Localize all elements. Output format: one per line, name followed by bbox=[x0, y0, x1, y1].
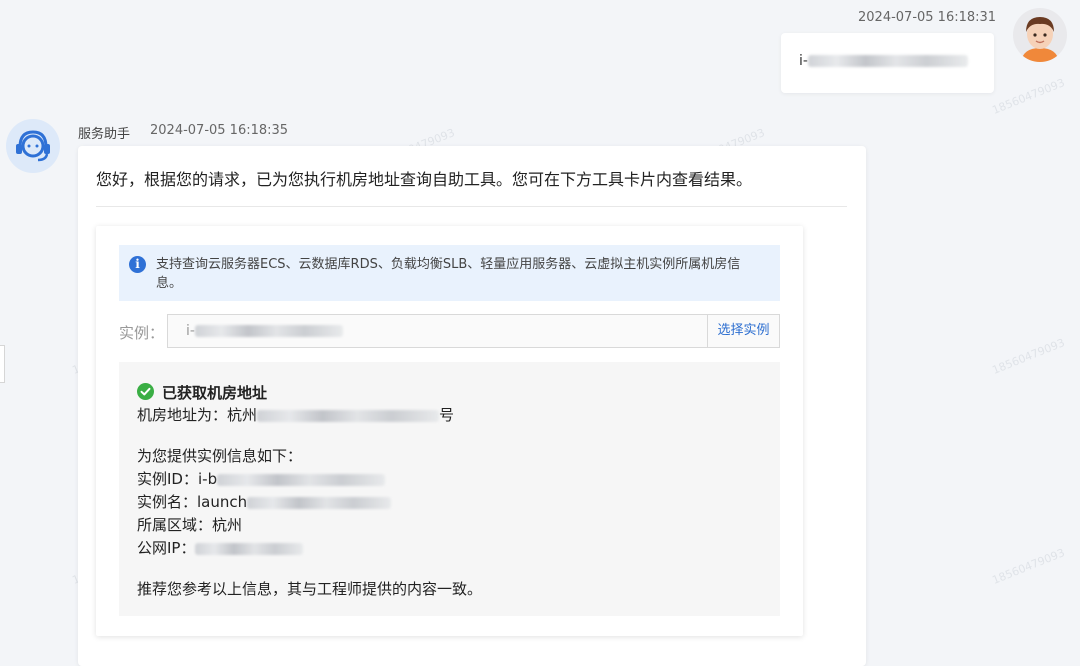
instance-info-heading: 为您提供实例信息如下： bbox=[137, 447, 303, 465]
select-instance-button[interactable]: 选择实例 bbox=[707, 314, 780, 348]
assistant-message-timestamp: 2024-07-05 16:18:35 bbox=[150, 123, 289, 138]
region-value: 杭州 bbox=[212, 516, 243, 534]
address-city: 杭州 bbox=[227, 406, 258, 424]
instance-id-row: 实例ID：i-b bbox=[137, 468, 386, 489]
user-avatar bbox=[1013, 8, 1067, 62]
user-message-timestamp: 2024-07-05 16:18:31 bbox=[858, 10, 997, 25]
redacted-text bbox=[217, 473, 386, 486]
public-ip-label: 公网IP： bbox=[137, 539, 196, 557]
instance-label: 实例： bbox=[119, 324, 165, 342]
region-row: 所属区域：杭州 bbox=[137, 514, 242, 535]
instance-name-value: launch bbox=[197, 493, 248, 511]
user-message-bubble: i- bbox=[781, 33, 994, 93]
assistant-greeting: 您好，根据您的请求，已为您执行机房地址查询自助工具。您可在下方工具卡片内查看结果… bbox=[96, 170, 753, 189]
instance-input[interactable]: i- bbox=[167, 314, 707, 348]
check-icon bbox=[137, 383, 154, 400]
tool-notice: 支持查询云服务器ECS、云数据库RDS、负载均衡SLB、轻量应用服务器、云虚拟主… bbox=[119, 245, 780, 301]
tool-notice-text: 支持查询云服务器ECS、云数据库RDS、负载均衡SLB、轻量应用服务器、云虚拟主… bbox=[156, 257, 741, 291]
instance-input-value: i- bbox=[186, 323, 195, 339]
public-ip-row: 公网IP： bbox=[137, 537, 304, 558]
redacted-text bbox=[195, 542, 304, 555]
assistant-avatar bbox=[6, 119, 60, 173]
headset-icon bbox=[16, 130, 50, 162]
redacted-text bbox=[257, 409, 440, 422]
redacted-text bbox=[807, 55, 968, 67]
result-title: 已获取机房地址 bbox=[162, 384, 268, 402]
redacted-text bbox=[194, 325, 343, 337]
datacenter-address: 机房地址为：杭州 号 bbox=[137, 404, 454, 425]
instance-name-label: 实例名： bbox=[137, 493, 198, 511]
result-footer: 推荐您参考以上信息，其与工程师提供的内容一致。 bbox=[137, 580, 483, 598]
region-label: 所属区域： bbox=[137, 516, 213, 534]
instance-id-value: i-b bbox=[197, 470, 218, 488]
address-label: 机房地址为： bbox=[137, 406, 228, 424]
instance-id-label: 实例ID： bbox=[137, 470, 198, 488]
redacted-text bbox=[247, 496, 392, 509]
user-message-text: i- bbox=[799, 53, 808, 69]
side-collapse-handle[interactable] bbox=[0, 345, 5, 383]
divider bbox=[96, 206, 847, 207]
info-icon: i bbox=[129, 256, 146, 273]
address-suffix: 号 bbox=[439, 406, 455, 424]
assistant-name: 服务助手 bbox=[78, 127, 131, 142]
instance-name-row: 实例名：launch bbox=[137, 491, 392, 512]
